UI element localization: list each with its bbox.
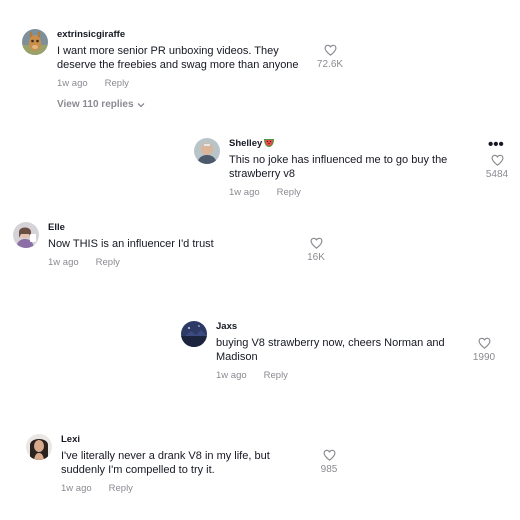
comment-meta: 1w ago Reply xyxy=(229,187,459,199)
comment-shelley: Shelley This no joke has influenced me t… xyxy=(194,138,484,198)
comment-meta: 1w ago Reply xyxy=(61,483,297,495)
comment-jaxs: Jaxs buying V8 strawberry now, cheers No… xyxy=(181,321,481,381)
comment-text: I've literally never a drank V8 in my li… xyxy=(61,450,270,476)
avatar[interactable] xyxy=(22,29,48,55)
comment-text: This no joke has influenced me to go buy… xyxy=(229,154,448,180)
avatar[interactable] xyxy=(181,321,207,347)
heart-outline-icon xyxy=(323,44,337,56)
comment-username[interactable]: Lexi xyxy=(61,434,297,446)
reply-button[interactable]: Reply xyxy=(277,187,301,198)
comment-time: 1w ago xyxy=(48,257,79,268)
comment-username[interactable]: Jaxs xyxy=(216,321,456,333)
comment-username[interactable]: extrinsicgiraffe xyxy=(57,29,309,41)
watermelon-emoji xyxy=(264,139,275,147)
like-button[interactable]: 16K xyxy=(296,237,336,263)
comment-lexi: Lexi I've literally never a drank V8 in … xyxy=(26,434,326,494)
like-button[interactable]: 1990 xyxy=(464,337,504,363)
avatar[interactable] xyxy=(194,138,220,164)
comment-time: 1w ago xyxy=(229,187,260,198)
reply-button[interactable]: Reply xyxy=(96,257,120,268)
comment-extrinsicgiraffe: extrinsicgiraffe I want more senior PR u… xyxy=(22,29,352,110)
comment-time: 1w ago xyxy=(57,78,88,89)
heart-outline-icon xyxy=(490,154,504,166)
comment-time: 1w ago xyxy=(61,483,92,494)
like-count: 985 xyxy=(320,464,338,475)
heart-outline-icon xyxy=(477,337,491,349)
like-count: 16K xyxy=(307,252,325,263)
reply-button[interactable]: Reply xyxy=(109,483,133,494)
comment-text: buying V8 strawberry now, cheers Norman … xyxy=(216,337,445,363)
like-count: 72.6K xyxy=(316,59,344,70)
like-button[interactable]: 72.6K xyxy=(310,44,350,70)
reply-button[interactable]: Reply xyxy=(105,78,129,89)
reply-button[interactable]: Reply xyxy=(264,370,288,381)
avatar[interactable] xyxy=(13,222,39,248)
more-options-icon[interactable]: ••• xyxy=(488,137,504,152)
comment-text: Now THIS is an influencer I'd trust xyxy=(48,238,214,250)
heart-outline-icon xyxy=(322,449,336,461)
view-replies-button[interactable]: View 110 replies xyxy=(57,99,309,110)
like-button[interactable]: 5484 xyxy=(477,154,517,180)
comment-username[interactable]: Elle xyxy=(48,222,278,234)
username-label: Shelley xyxy=(229,138,263,149)
comment-username[interactable]: Shelley xyxy=(229,138,459,150)
like-button[interactable]: 985 xyxy=(309,449,349,475)
view-replies-label: View 110 replies xyxy=(57,99,134,110)
chevron-down-icon xyxy=(137,103,145,108)
comment-meta: 1w ago Reply xyxy=(216,370,456,382)
heart-outline-icon xyxy=(309,237,323,249)
comment-text: I want more senior PR unboxing videos. T… xyxy=(57,45,299,71)
like-count: 1990 xyxy=(472,352,496,363)
comment-meta: 1w ago Reply xyxy=(57,78,309,90)
comment-elle: Elle Now THIS is an influencer I'd trust… xyxy=(13,222,313,272)
comment-time: 1w ago xyxy=(216,370,247,381)
comment-meta: 1w ago Reply xyxy=(48,257,278,269)
avatar[interactable] xyxy=(26,434,52,460)
like-count: 5484 xyxy=(485,169,509,180)
